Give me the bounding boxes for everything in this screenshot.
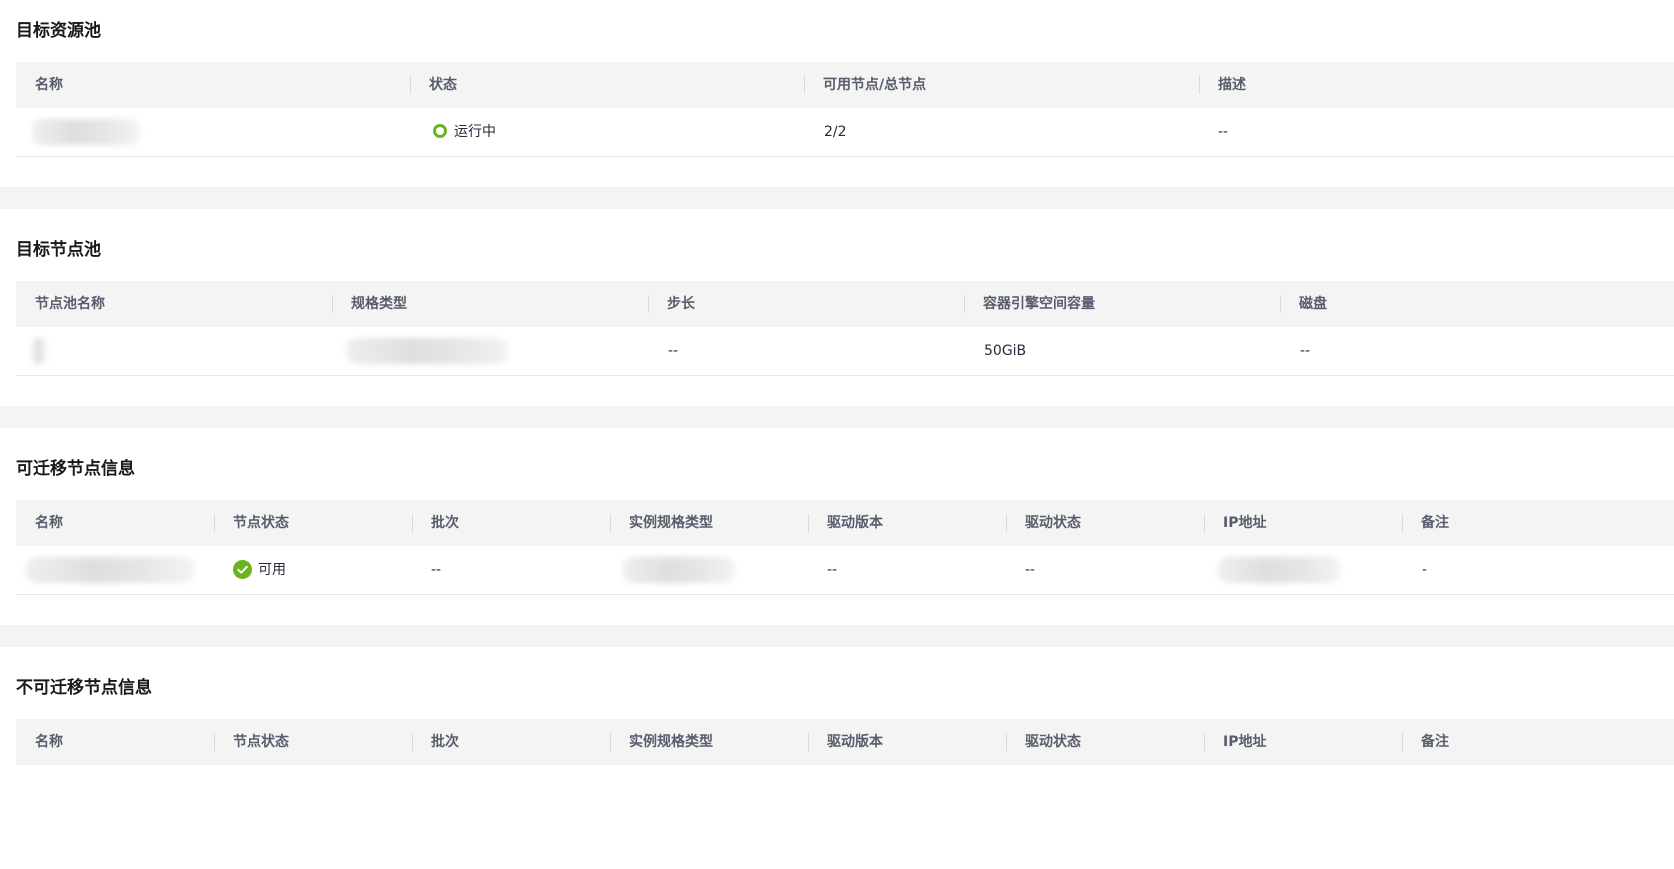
migratable-nodes-section: 可迁移节点信息 名称 节点状态 批次 实例规格类型 驱动版本 驱动状态 IP地址… [0, 428, 1674, 625]
section-title: 可迁移节点信息 [16, 459, 135, 479]
cell-batch: -- [431, 562, 442, 578]
cell-nodes: 2/2 [824, 124, 847, 140]
cell-name-redacted[interactable] [16, 108, 140, 156]
column-header-node-status: 节点状态 [214, 719, 412, 765]
cell-remark: - [1422, 562, 1428, 578]
section-separator [0, 406, 1674, 428]
column-header-nodes: 可用节点/总节点 [804, 62, 1199, 108]
cell-step: -- [668, 343, 679, 359]
column-header-driver-status: 驱动状态 [1006, 719, 1204, 765]
column-header-driver-version: 驱动版本 [808, 719, 1006, 765]
column-header-remark: 备注 [1402, 500, 1674, 546]
table-header: 名称 节点状态 批次 实例规格类型 驱动版本 驱动状态 IP地址 备注 [16, 719, 1674, 765]
section-title: 目标资源池 [16, 21, 101, 41]
table-row: 运行中 2/2 -- [16, 108, 1674, 157]
migratable-nodes-table: 名称 节点状态 批次 实例规格类型 驱动版本 驱动状态 IP地址 备注 可用 -… [16, 500, 1674, 595]
column-header-step: 步长 [648, 281, 964, 327]
cell-description: -- [1218, 124, 1229, 140]
non-migratable-nodes-table: 名称 节点状态 批次 实例规格类型 驱动版本 驱动状态 IP地址 备注 [16, 719, 1674, 765]
column-header-ip: IP地址 [1204, 500, 1402, 546]
column-header-disk: 磁盘 [1280, 281, 1674, 327]
target-node-pool-section: 目标节点池 节点池名称 规格类型 步长 容器引擎空间容量 磁盘 -- 50GiB… [0, 209, 1674, 406]
column-header-batch: 批次 [412, 500, 610, 546]
column-header-instance-type: 实例规格类型 [610, 500, 808, 546]
check-circle-icon [233, 559, 252, 579]
cell-capacity: 50GiB [984, 343, 1027, 359]
column-header-spec-type: 规格类型 [332, 281, 648, 327]
section-separator [0, 187, 1674, 209]
cell-spec-redacted [332, 327, 508, 375]
non-migratable-nodes-section: 不可迁移节点信息 名称 节点状态 批次 实例规格类型 驱动版本 驱动状态 IP地… [0, 647, 1674, 869]
column-header-driver-status: 驱动状态 [1006, 500, 1204, 546]
cell-status: 运行中 [410, 108, 496, 156]
table-header: 节点池名称 规格类型 步长 容器引擎空间容量 磁盘 [16, 281, 1674, 327]
running-status-icon [433, 124, 447, 138]
section-title: 不可迁移节点信息 [16, 678, 152, 698]
column-header-batch: 批次 [412, 719, 610, 765]
table-row: 可用 -- -- -- - [16, 546, 1674, 595]
column-header-ip: IP地址 [1204, 719, 1402, 765]
column-header-driver-version: 驱动版本 [808, 500, 1006, 546]
column-header-instance-type: 实例规格类型 [610, 719, 808, 765]
column-header-name: 名称 [35, 515, 63, 531]
column-header-engine-capacity: 容器引擎空间容量 [964, 281, 1280, 327]
cell-name-redacted[interactable] [16, 546, 194, 594]
resource-pool-table: 名称 状态 可用节点/总节点 描述 运行中 2/2 -- [16, 62, 1674, 157]
cell-node-status: 可用 [214, 546, 286, 594]
cell-instance-type-redacted [610, 546, 735, 594]
section-title: 目标节点池 [16, 240, 101, 260]
target-resource-pool-section: 目标资源池 名称 状态 可用节点/总节点 描述 运行中 2/2 -- [0, 0, 1674, 187]
cell-driver-version: -- [827, 562, 838, 578]
column-header-node-status: 节点状态 [214, 500, 412, 546]
table-row: -- 50GiB -- [16, 327, 1674, 376]
column-header-description: 描述 [1199, 62, 1674, 108]
cell-driver-status: -- [1025, 562, 1036, 578]
cell-ip-redacted [1204, 546, 1340, 594]
section-separator [0, 625, 1674, 647]
column-header-name: 名称 [35, 734, 63, 750]
table-header: 名称 节点状态 批次 实例规格类型 驱动版本 驱动状态 IP地址 备注 [16, 500, 1674, 546]
column-header-node-pool-name: 节点池名称 [35, 296, 105, 312]
cell-disk: -- [1300, 343, 1311, 359]
column-header-name: 名称 [35, 77, 63, 93]
column-header-status: 状态 [410, 62, 804, 108]
cell-node-pool-name-redacted[interactable] [16, 327, 46, 375]
table-header: 名称 状态 可用节点/总节点 描述 [16, 62, 1674, 108]
column-header-remark: 备注 [1402, 719, 1674, 765]
node-pool-table: 节点池名称 规格类型 步长 容器引擎空间容量 磁盘 -- 50GiB -- [16, 281, 1674, 376]
